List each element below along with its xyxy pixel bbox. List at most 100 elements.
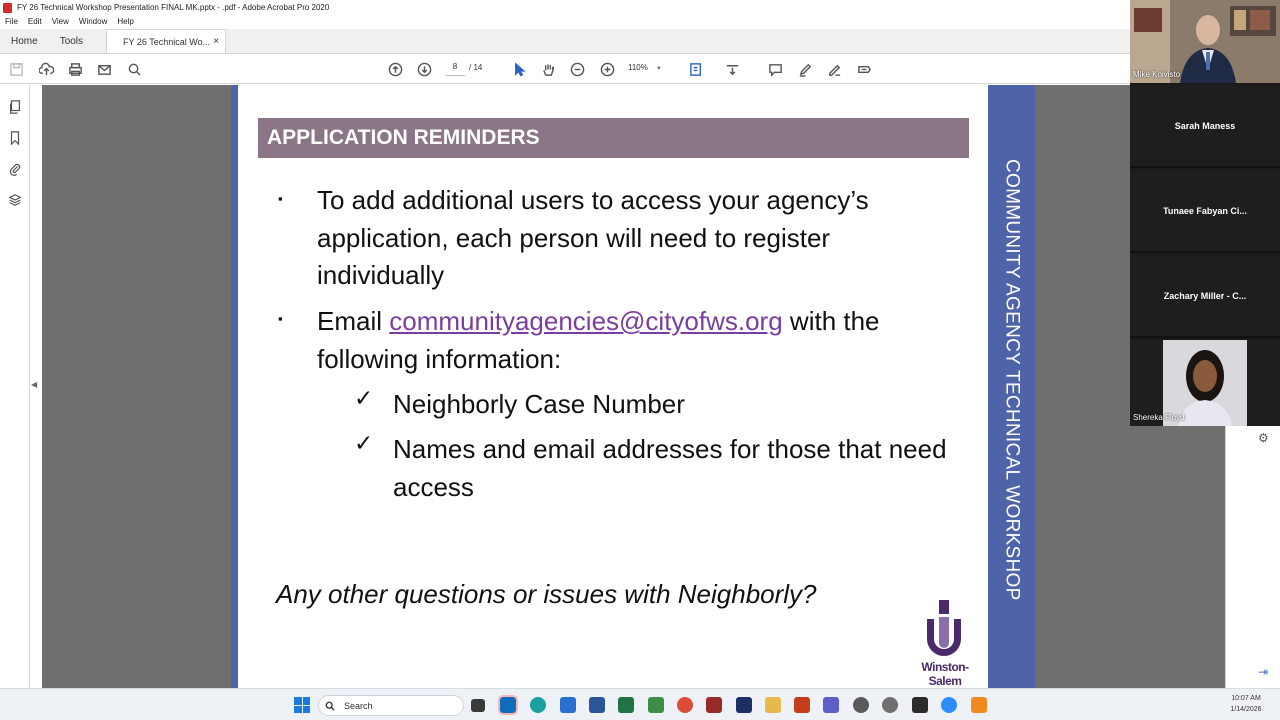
- bullet-email-prefix: Email: [317, 306, 390, 336]
- tab-document[interactable]: FY 26 Technical Wo... ×: [106, 29, 227, 53]
- more-tools-icon[interactable]: [855, 60, 873, 78]
- sub-bullet-case-number: Neighborly Case Number: [393, 389, 685, 419]
- zoom-level-select[interactable]: 110% ▼: [628, 63, 670, 72]
- fit-page-icon[interactable]: [687, 60, 705, 78]
- clock-date: 1/14/2026: [1230, 706, 1262, 713]
- menu-bar: File Edit View Window Help: [0, 15, 1130, 29]
- window-titlebar: FY 26 Technical Workshop Presentation FI…: [0, 0, 1130, 15]
- zoom-in-icon[interactable]: [598, 60, 616, 78]
- logo-text: Winston-Salem: [921, 660, 969, 688]
- bullet-marker: ▪: [278, 191, 283, 206]
- participant-tile[interactable]: Tunaee Fabyan Ci...: [1130, 170, 1280, 253]
- participant-tile-video[interactable]: Mike Koivisto: [1130, 0, 1280, 83]
- bookmark-icon[interactable]: [7, 130, 23, 146]
- attachment-icon[interactable]: [7, 161, 23, 177]
- print-icon[interactable]: [66, 60, 84, 78]
- winston-salem-logo-mark: [927, 600, 961, 656]
- chevron-down-icon: ▼: [655, 66, 662, 72]
- taskbar-search-placeholder: Search: [344, 700, 373, 711]
- zoom-level-value: 110%: [628, 63, 648, 72]
- page-thumbnails-icon[interactable]: [7, 99, 23, 115]
- teams-icon[interactable]: [823, 697, 839, 713]
- email-icon[interactable]: [95, 60, 113, 78]
- snipping-tool-icon[interactable]: [648, 697, 664, 713]
- save-icon[interactable]: [7, 60, 25, 78]
- tab-tools[interactable]: Tools: [49, 29, 94, 53]
- windows-start-icon[interactable]: [294, 697, 310, 713]
- slide-header: APPLICATION REMINDERS: [258, 118, 969, 158]
- slide-page: APPLICATION REMINDERS ▪ To add additiona…: [231, 85, 1035, 688]
- slide-side-title-text: COMMUNITY AGENCY TECHNICAL WORKSHOP: [1001, 159, 1023, 601]
- edge-icon[interactable]: [530, 697, 546, 713]
- close-tab-icon[interactable]: ×: [213, 36, 219, 47]
- checkmark-icon: ✓: [354, 385, 374, 411]
- expand-right-pane-icon[interactable]: ⇥: [1258, 665, 1268, 679]
- highlight-pen-icon[interactable]: [796, 60, 814, 78]
- outlook-icon[interactable]: [498, 695, 518, 715]
- store-icon[interactable]: [560, 697, 576, 713]
- menu-edit[interactable]: Edit: [23, 15, 47, 29]
- scroll-mode-icon[interactable]: [723, 60, 741, 78]
- bullet-register-individually: To add additional users to access your a…: [317, 185, 869, 290]
- tab-home[interactable]: Home: [0, 29, 49, 53]
- menu-help[interactable]: Help: [112, 15, 138, 29]
- page-total: / 14: [469, 63, 483, 72]
- word-icon[interactable]: [589, 697, 605, 713]
- slide-side-title: COMMUNITY AGENCY TECHNICAL WORKSHOP: [988, 145, 1035, 615]
- layers-icon[interactable]: [7, 192, 23, 208]
- bullet-marker: ▪: [278, 311, 283, 326]
- sub-bullet-names-emails: Names and email addresses for those that…: [393, 434, 947, 502]
- windows-taskbar: Search 10:07 AM 1/14/2026: [0, 688, 1280, 720]
- checkmark-icon: ✓: [354, 430, 374, 456]
- hand-tool-icon[interactable]: [539, 60, 557, 78]
- toolbar: 8 / 14 110% ▼: [0, 54, 1130, 84]
- comment-icon[interactable]: [766, 60, 784, 78]
- search-icon[interactable]: [125, 60, 143, 78]
- tools-settings-icon[interactable]: ⚙: [1258, 431, 1269, 445]
- select-cursor-icon[interactable]: [510, 60, 528, 78]
- sign-icon[interactable]: [825, 60, 843, 78]
- zoom-icon[interactable]: [941, 697, 957, 713]
- acrobat-app-icon: [3, 2, 12, 13]
- menu-view[interactable]: View: [47, 15, 74, 29]
- media-app-icon[interactable]: [736, 697, 752, 713]
- acrobat-taskbar-icon[interactable]: [912, 697, 928, 713]
- task-view-icon[interactable]: [471, 699, 485, 712]
- fmg-app-icon[interactable]: [706, 697, 722, 713]
- page-number-input[interactable]: 8: [445, 62, 465, 76]
- zoom-out-icon[interactable]: [568, 60, 586, 78]
- bullet-email-info: Email communityagencies@cityofws.org wit…: [317, 303, 957, 378]
- chrome-icon[interactable]: [677, 697, 693, 713]
- participant-tile[interactable]: Zachary Miller - C...: [1130, 255, 1280, 338]
- file-explorer-icon[interactable]: [765, 697, 781, 713]
- participant-name: Tunaee Fabyan Ci...: [1163, 206, 1247, 216]
- system-app-icon[interactable]: [853, 697, 869, 713]
- participant-name: Shereka Floyd: [1133, 413, 1185, 422]
- closing-question: Any other questions or issues with Neigh…: [276, 579, 817, 609]
- taskbar-search-box[interactable]: Search: [318, 695, 464, 716]
- tab-document-label: FY 26 Technical Wo...: [123, 36, 211, 47]
- menu-file[interactable]: File: [0, 15, 23, 29]
- upload-cloud-icon[interactable]: [37, 60, 55, 78]
- excel-icon[interactable]: [618, 697, 634, 713]
- video-gallery: Mike Koivisto Sarah Maness Tunaee Fabyan…: [1130, 0, 1280, 426]
- left-navigation-pane: [0, 85, 30, 688]
- participant-tile[interactable]: Sarah Maness: [1130, 85, 1280, 168]
- settings-icon[interactable]: [882, 697, 898, 713]
- participant-name: Sarah Maness: [1174, 121, 1236, 131]
- powerpoint-icon[interactable]: [794, 697, 810, 713]
- next-page-icon[interactable]: [415, 60, 433, 78]
- participant-tile-video[interactable]: Shereka Floyd: [1130, 340, 1280, 426]
- menu-window[interactable]: Window: [74, 15, 112, 29]
- system-clock[interactable]: 10:07 AM 1/14/2026: [1218, 693, 1274, 715]
- clock-time: 10:07 AM: [1231, 695, 1261, 702]
- participant-name: Mike Koivisto: [1133, 70, 1181, 79]
- search-icon: [325, 701, 335, 711]
- winston-salem-logo: Winston-Salem: [905, 597, 985, 688]
- vlc-icon[interactable]: [971, 697, 987, 713]
- participant-name: Zachary Miller - C...: [1163, 291, 1247, 301]
- tab-bar: Home Tools FY 26 Technical Wo... ×: [0, 29, 1130, 54]
- email-link[interactable]: communityagencies@cityofws.org: [389, 306, 782, 336]
- previous-page-icon[interactable]: [386, 60, 404, 78]
- collapse-left-pane-icon[interactable]: ◀: [31, 380, 37, 389]
